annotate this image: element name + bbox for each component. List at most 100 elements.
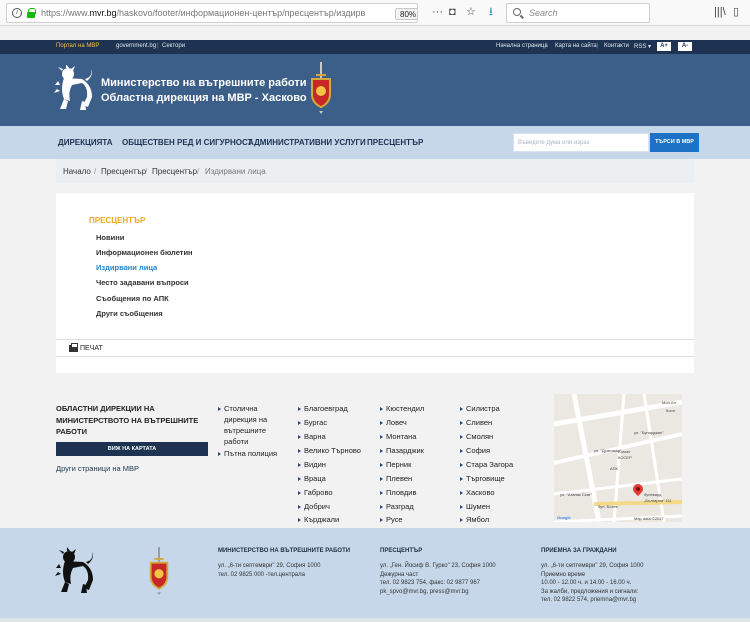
footer-phone: тел. 02 9825 000 -тел.централа <box>218 571 305 578</box>
directorate-link[interactable]: Смолян <box>459 431 493 442</box>
site-search-button[interactable]: ТЪРСИ В МВР <box>650 133 699 152</box>
footer-text: За жалби, предложения и сигнали: <box>541 588 639 595</box>
home-link[interactable]: Начална страница <box>496 43 548 49</box>
footer-phone: тел. 02 9823 754, факс: 02 9877 967 <box>380 580 481 586</box>
directorate-link[interactable]: Перник <box>379 459 411 470</box>
directorate-link-traffic-police[interactable]: Пътна полиция <box>217 448 277 459</box>
taskbar-strip <box>0 618 750 622</box>
directorate-link[interactable]: Велико Търново <box>298 445 361 456</box>
footer-text: Приемно време <box>541 571 586 578</box>
lion-logo-icon[interactable] <box>54 65 94 111</box>
sidebar-item-other[interactable]: Други съобщения <box>96 309 163 318</box>
directorate-link[interactable]: Благоевград <box>298 403 348 414</box>
directorate-link[interactable]: Шумен <box>459 501 490 512</box>
sectors-link[interactable]: Сектори <box>162 43 185 49</box>
divider: | <box>545 43 547 49</box>
font-increase-button[interactable]: A+ <box>657 42 671 51</box>
other-pages-link[interactable]: Други страници на МВР <box>56 464 139 473</box>
directorate-link[interactable]: Русе <box>380 514 403 525</box>
nav-item-public-order[interactable]: ОБЩЕСТВЕН РЕД И СИГУРНОСТ <box>122 138 252 147</box>
sidebar-item-apk[interactable]: Съобщения по АПК <box>96 294 169 303</box>
government-link[interactable]: government.bg <box>116 43 156 49</box>
directorate-link[interactable]: Хасково <box>460 487 495 498</box>
sidebar-icon[interactable]: ▯ <box>733 6 739 18</box>
footer-heading: ПРИЕМНА ЗА ГРАЖДАНИ <box>541 548 617 554</box>
bookmark-star-icon[interactable]: ☆ <box>466 6 476 18</box>
directorate-link[interactable]: Търговище <box>460 473 505 484</box>
footer-column-reception: ПРИЕМНА ЗА ГРАЖДАНИ ул. „6-ти септември"… <box>541 548 643 605</box>
map-label: булевард <box>644 492 662 497</box>
directorate-link[interactable]: Монтана <box>379 431 416 442</box>
directorate-link-sofia-city[interactable]: Столична дирекция на вътрешните работи <box>217 403 267 447</box>
browser-search-input[interactable]: Search <box>506 3 650 23</box>
url-text: https://www.mvr.bg/haskovo/footer/информ… <box>41 8 366 18</box>
breadcrumb-press-center-2[interactable]: Пресцентър <box>152 167 197 176</box>
print-icon[interactable] <box>69 343 78 352</box>
pocket-icon[interactable]: ◘ <box>449 6 456 18</box>
portal-link[interactable]: Портал на МВР <box>56 43 99 49</box>
print-bar: ПЕЧАТ <box>56 339 694 357</box>
directorate-link[interactable]: Кърджали <box>297 514 339 525</box>
directorate-link[interactable]: Плевен <box>379 473 412 484</box>
directorate-link[interactable]: Стара Загора <box>459 459 513 470</box>
contacts-link[interactable]: Контакти <box>604 43 629 49</box>
rss-link[interactable]: RSS ▾ <box>634 43 651 50</box>
download-icon[interactable]: ⭳ <box>489 6 493 18</box>
sitemap-link[interactable]: Карта на сайта <box>555 43 597 49</box>
directorate-link[interactable]: Ямбол <box>459 514 489 525</box>
print-button[interactable]: ПЕЧАТ <box>80 345 103 352</box>
google-logo: Google <box>557 515 571 520</box>
directorate-link[interactable]: Ловеч <box>380 417 407 428</box>
directorate-link[interactable]: Пазарджик <box>380 445 424 456</box>
footer-column-ministry: МИНИСТЕРСТВО НА ВЪТРЕШНИТЕ РАБОТИ ул. „6… <box>218 548 350 579</box>
site-search-input[interactable]: Въведете дума или израз <box>513 133 649 152</box>
map-attribution: Map data ©2017 <box>634 516 664 521</box>
sidebar-title[interactable]: ПРЕСЦЕНТЪР <box>89 216 145 225</box>
directorate-link[interactable]: Сливен <box>459 417 492 428</box>
footer-email-link[interactable]: pk_spvo@mvr.bg, press@mvr.bg <box>380 588 496 597</box>
map-label: „България" 111 <box>644 498 672 503</box>
library-icon[interactable]: |||\ <box>714 6 726 18</box>
info-icon[interactable]: i <box>12 8 22 18</box>
address-bar[interactable]: i https://www.mvr.bg/haskovo/footer/инфо… <box>6 3 418 23</box>
map-label: ул. "Бунарджик" <box>634 430 664 435</box>
footer-heading: МИНИСТЕРСТВО НА ВЪТРЕШНИТЕ РАБОТИ <box>218 548 351 554</box>
directorate-link[interactable]: Силистра <box>460 403 500 414</box>
footer-address: ул. „6-ти септември" 29, София 1000 <box>218 563 321 569</box>
directorate-link[interactable]: Видин <box>298 459 326 470</box>
directorate-link[interactable]: Пловдив <box>379 487 416 498</box>
map-label: АПК <box>610 466 618 471</box>
sidebar-item-news[interactable]: Новини <box>96 233 124 242</box>
directorate-link[interactable]: Добрич <box>298 501 330 512</box>
font-decrease-button[interactable]: A- <box>678 42 692 51</box>
breadcrumb-current: Издирвани лица <box>205 167 266 176</box>
directorate-link[interactable]: Разград <box>380 501 414 512</box>
zoom-level[interactable]: 80% <box>395 8 417 20</box>
footer-text: Дежурна част <box>380 571 419 578</box>
directorate-link[interactable]: Враца <box>298 473 326 484</box>
view-map-button[interactable]: ВИЖ НА КАРТАТА <box>56 442 208 456</box>
directorate-link[interactable]: Кюстендил <box>379 403 424 414</box>
site-title[interactable]: Министерство на вътрешните работи Област… <box>101 76 307 106</box>
breadcrumb-press-center[interactable]: Пресцентър <box>101 167 146 176</box>
breadcrumb-home[interactable]: Начало <box>63 167 91 176</box>
sidebar-item-bulletin[interactable]: Информационен бюлетин <box>96 248 193 257</box>
footer-email-link[interactable]: тел. 02 9822 574, priemna@mvr.bg <box>541 596 643 605</box>
mvr-crest-icon <box>311 62 331 114</box>
divider: | <box>597 43 599 49</box>
directorate-link[interactable]: София <box>459 445 490 456</box>
directorate-link[interactable]: Габрово <box>298 487 333 498</box>
breadcrumb-separator: / <box>94 167 97 176</box>
directorate-link[interactable]: Бургас <box>297 417 327 428</box>
ministry-name: Министерство на вътрешните работи <box>101 77 307 89</box>
lock-icon <box>27 8 36 18</box>
nav-item-press-center[interactable]: ПРЕСЦЕНТЪР <box>367 138 423 147</box>
location-map[interactable]: Мон Ал Кооп ул. "Бунарджик" ул. "Драгома… <box>554 394 682 522</box>
nav-item-admin-services[interactable]: АДМИНИСТРАТИВНИ УСЛУГИ <box>248 138 366 147</box>
nav-item-directorate[interactable]: ДИРЕКЦИЯТА <box>58 138 113 147</box>
sidebar-item-wanted[interactable]: Издирвани лица <box>96 263 157 272</box>
sidebar-item-faq[interactable]: Често задавани въпроси <box>96 278 189 287</box>
directorate-link[interactable]: Варна <box>298 431 326 442</box>
footer-address: ул. „Ген. Йосиф В. Гурко" 23, София 1000 <box>380 563 496 569</box>
more-icon[interactable]: ··· <box>432 6 443 18</box>
